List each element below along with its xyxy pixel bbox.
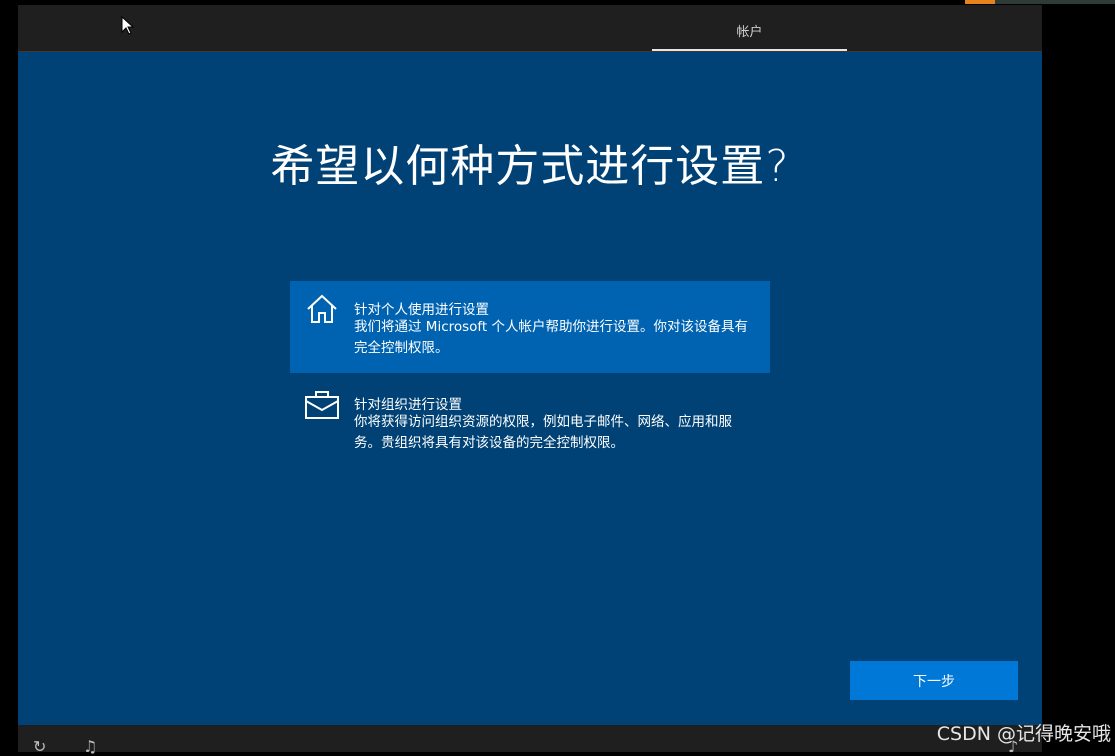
option-personal-title: 针对个人使用进行设置 [354,302,489,318]
home-icon [307,294,337,323]
setup-window: 帐户 希望以何种方式进行设置? 针对个人使用进行设置 我们将通过 Microso… [18,5,1042,752]
top-strip [995,0,1115,4]
option-organization[interactable]: 针对组织进行设置 你将获得访问组织资源的权限，例如电子邮件、网络、应用和服务。贵… [290,381,770,463]
watermark: CSDN @记得晚安哦 [936,723,1111,745]
option-organization-description: 你将获得访问组织资源的权限，例如电子邮件、网络、应用和服务。贵组织将具有对该设备… [354,414,732,451]
page-title: 希望以何种方式进行设置? [270,141,790,192]
top-accent-bar [965,0,995,4]
mouse-cursor-icon [121,16,135,35]
top-bar: 帐户 [18,5,1042,52]
option-organization-title: 针对组织进行设置 [354,397,462,413]
option-personal-description: 我们将通过 Microsoft 个人帐户帮助你进行设置。你对该设备具有完全控制权… [354,319,749,356]
bottom-bar [18,725,1042,752]
tab-account: 帐户 [652,5,847,52]
tab-account-label: 帐户 [736,25,763,40]
accessibility-icon[interactable]: ↻ [33,737,46,756]
main-content: 希望以何种方式进行设置? 针对个人使用进行设置 我们将通过 Microsoft … [18,52,1042,725]
option-personal[interactable]: 针对个人使用进行设置 我们将通过 Microsoft 个人帐户帮助你进行设置。你… [290,281,770,373]
briefcase-icon [305,391,339,419]
microphone-icon[interactable]: ♫ [83,737,97,756]
next-button[interactable]: 下一步 [850,661,1018,700]
